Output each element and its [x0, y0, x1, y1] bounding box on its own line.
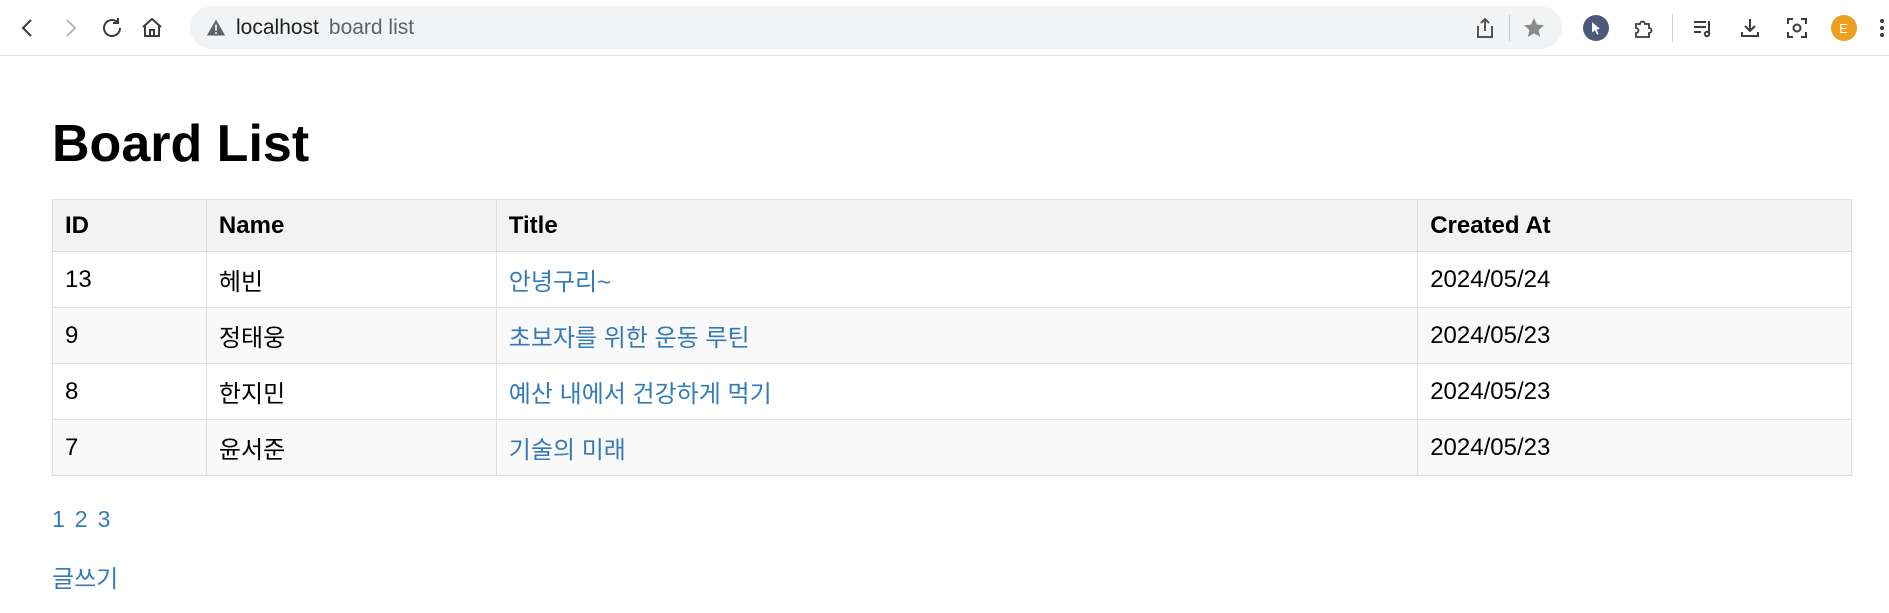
browser-extensions-area: E [1572, 0, 1889, 56]
share-icon[interactable] [1465, 8, 1505, 48]
cell-title: 기술의 미래 [495, 419, 1419, 476]
column-header-name: Name [205, 199, 497, 252]
page-title: Board List [52, 115, 310, 173]
screenshot-icon[interactable] [1773, 10, 1820, 46]
home-icon[interactable] [134, 10, 170, 46]
column-header-created-at: Created At [1417, 199, 1852, 252]
extensions-puzzle-icon[interactable] [1619, 10, 1666, 46]
cell-title: 초보자를 위한 운동 루틴 [495, 307, 1419, 364]
cell-created-at: 2024/05/23 [1417, 307, 1852, 364]
download-icon[interactable] [1726, 10, 1773, 46]
cursor-extension-icon[interactable] [1572, 10, 1619, 46]
post-title-link[interactable]: 예산 내에서 건강하게 먹기 [509, 381, 772, 408]
table-row: 7 윤서준 기술의 미래 2024/05/23 [52, 419, 1852, 476]
page-content: Board List ID Name Title Created At 13 헤… [52, 56, 1852, 594]
post-title-link[interactable]: 초보자를 위한 운동 루틴 [509, 325, 750, 352]
table-row: 13 헤빈 안녕구리~ 2024/05/24 [52, 251, 1852, 308]
page-link-2[interactable]: 2 [75, 506, 88, 532]
divider [1672, 14, 1673, 42]
write-post-area: 글쓰기 [52, 559, 1852, 594]
reload-icon[interactable] [94, 10, 130, 46]
forward-icon[interactable] [52, 10, 88, 46]
more-menu-icon[interactable] [1867, 10, 1889, 46]
table-row: 9 정태웅 초보자를 위한 운동 루틴 2024/05/23 [52, 307, 1852, 364]
column-header-id: ID [52, 199, 207, 252]
post-title-link[interactable]: 기술의 미래 [509, 437, 626, 464]
column-header-title: Title [495, 199, 1419, 252]
cell-created-at: 2024/05/23 [1417, 419, 1852, 476]
cell-name: 한지민 [205, 363, 497, 420]
reading-list-icon[interactable] [1679, 10, 1726, 46]
address-bar[interactable]: localhost board list [190, 6, 1562, 49]
write-post-link[interactable]: 글쓰기 [52, 566, 118, 593]
cell-name: 윤서준 [205, 419, 497, 476]
url-path: board list [328, 15, 415, 39]
cell-created-at: 2024/05/23 [1417, 363, 1852, 420]
browser-toolbar: localhost board list E [0, 0, 1889, 56]
table-row: 8 한지민 예산 내에서 건강하게 먹기 2024/05/23 [52, 363, 1852, 420]
address-bar-actions [1465, 6, 1554, 49]
cell-id: 13 [52, 251, 207, 308]
cell-created-at: 2024/05/24 [1417, 251, 1852, 308]
cell-id: 7 [52, 419, 207, 476]
board-table: ID Name Title Created At 13 헤빈 안녕구리~ 202… [52, 199, 1852, 476]
cell-id: 8 [52, 363, 207, 420]
bookmark-star-icon[interactable] [1514, 8, 1554, 48]
back-icon[interactable] [10, 10, 46, 46]
pagination: 123 [52, 506, 1852, 533]
post-title-link[interactable]: 안녕구리~ [509, 269, 611, 296]
cell-name: 정태웅 [205, 307, 497, 364]
cell-name: 헤빈 [205, 251, 497, 308]
divider [1509, 14, 1510, 41]
profile-avatar[interactable]: E [1820, 10, 1867, 46]
not-secure-warning-icon[interactable] [204, 16, 228, 40]
page-link-3[interactable]: 3 [98, 506, 111, 532]
cell-title: 안녕구리~ [495, 251, 1419, 308]
table-header-row: ID Name Title Created At [52, 199, 1852, 252]
cell-title: 예산 내에서 건강하게 먹기 [495, 363, 1419, 420]
cell-id: 9 [52, 307, 207, 364]
avatar: E [1830, 15, 1857, 41]
page-link-1[interactable]: 1 [52, 506, 65, 532]
url-host: localhost [236, 15, 319, 39]
